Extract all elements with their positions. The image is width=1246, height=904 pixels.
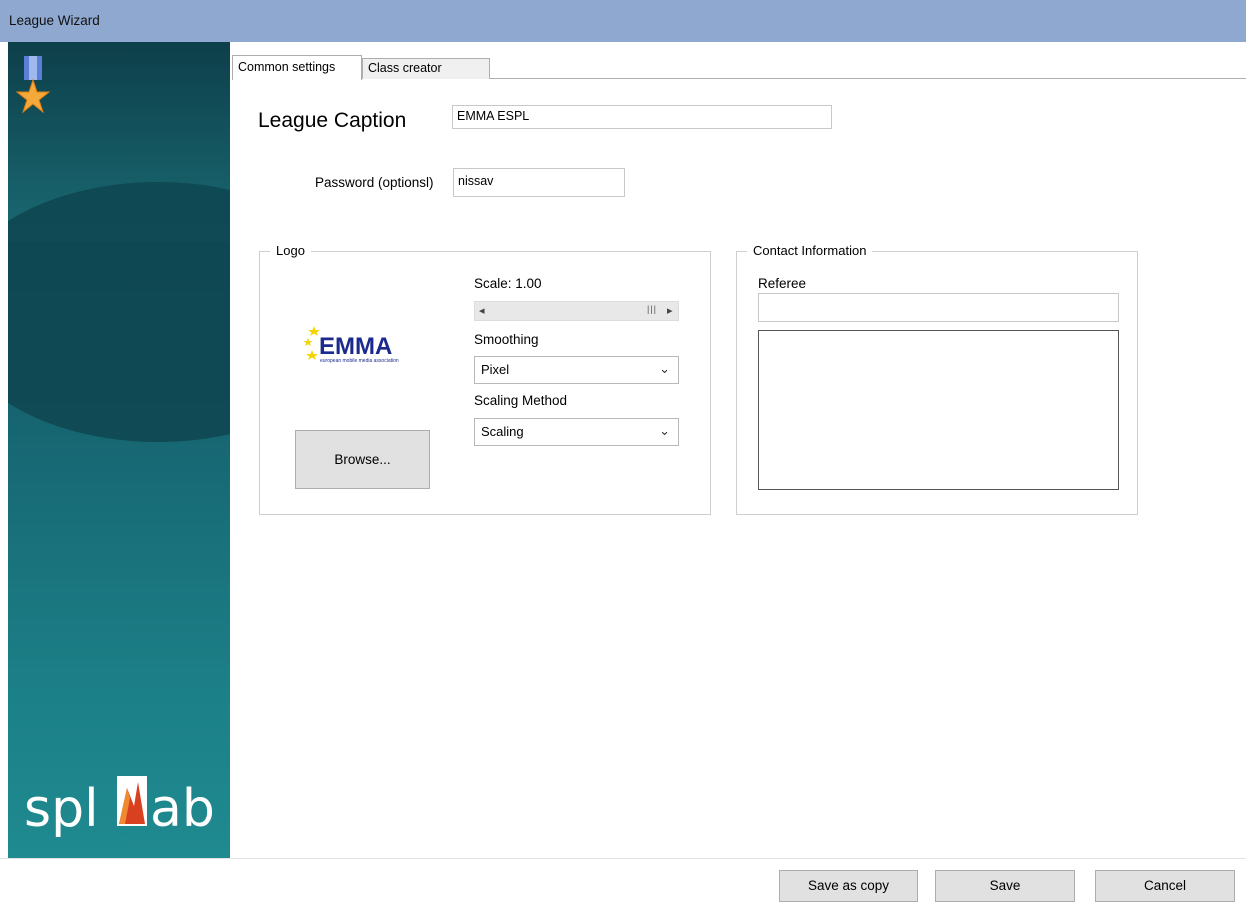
brand-text-right: ab bbox=[150, 779, 215, 838]
smoothing-label: Smoothing bbox=[474, 332, 539, 347]
scroll-thumb[interactable]: ||| bbox=[643, 304, 661, 318]
smoothing-value: Pixel bbox=[481, 362, 510, 377]
scroll-left-arrow-icon[interactable]: ◂ bbox=[479, 304, 485, 317]
tab-label: Common settings bbox=[238, 60, 336, 74]
password-input[interactable]: nissav bbox=[453, 168, 625, 197]
title-bar: League Wizard bbox=[0, 0, 1246, 42]
referee-input[interactable] bbox=[758, 293, 1119, 322]
league-caption-input[interactable]: EMMA ESPL bbox=[452, 105, 832, 129]
sidebar-wave-decoration bbox=[8, 182, 230, 442]
scroll-right-arrow-icon[interactable]: ▸ bbox=[667, 304, 673, 317]
window-title: League Wizard bbox=[9, 13, 100, 28]
league-caption-label: League Caption bbox=[258, 109, 407, 132]
referee-label: Referee bbox=[758, 276, 807, 291]
chevron-down-icon: ⌄ bbox=[659, 361, 670, 376]
scaling-method-label: Scaling Method bbox=[474, 393, 568, 408]
password-label: Password (optionsl) bbox=[315, 175, 434, 190]
contact-notes-textarea[interactable] bbox=[758, 330, 1119, 490]
save-as-copy-button[interactable]: Save as copy bbox=[779, 870, 918, 902]
window-left-edge bbox=[0, 42, 8, 858]
tab-class-creator[interactable]: Class creator bbox=[362, 58, 490, 79]
tab-strip: Common settings Class creator bbox=[232, 55, 1246, 80]
smoothing-select[interactable]: Pixel ⌄ bbox=[474, 356, 679, 384]
medal-icon bbox=[16, 56, 50, 114]
tab-common-settings[interactable]: Common settings bbox=[232, 55, 362, 80]
scaling-method-select[interactable]: Scaling ⌄ bbox=[474, 418, 679, 446]
cancel-button[interactable]: Cancel bbox=[1095, 870, 1235, 902]
league-logo-image: EMMA european mobile media association bbox=[303, 326, 399, 364]
sidebar-banner: spl ab bbox=[8, 42, 230, 858]
scale-slider[interactable]: ◂ ||| ▸ bbox=[474, 301, 679, 321]
tab-label: Class creator bbox=[368, 61, 442, 75]
scale-label: Scale: 1.00 bbox=[474, 276, 542, 291]
splab-logo: spl ab bbox=[24, 776, 215, 838]
browse-button[interactable]: Browse... bbox=[295, 430, 430, 489]
footer-divider bbox=[0, 858, 1246, 859]
scaling-method-value: Scaling bbox=[481, 424, 524, 439]
contact-group-title: Contact Information bbox=[747, 243, 873, 258]
logo-group-title: Logo bbox=[270, 243, 311, 258]
logo-tagline: european mobile media association bbox=[320, 358, 399, 364]
chevron-down-icon: ⌄ bbox=[659, 423, 670, 438]
logo-wordmark: EMMA bbox=[319, 333, 392, 360]
brand-text-left: spl bbox=[24, 779, 99, 838]
save-button[interactable]: Save bbox=[935, 870, 1075, 902]
